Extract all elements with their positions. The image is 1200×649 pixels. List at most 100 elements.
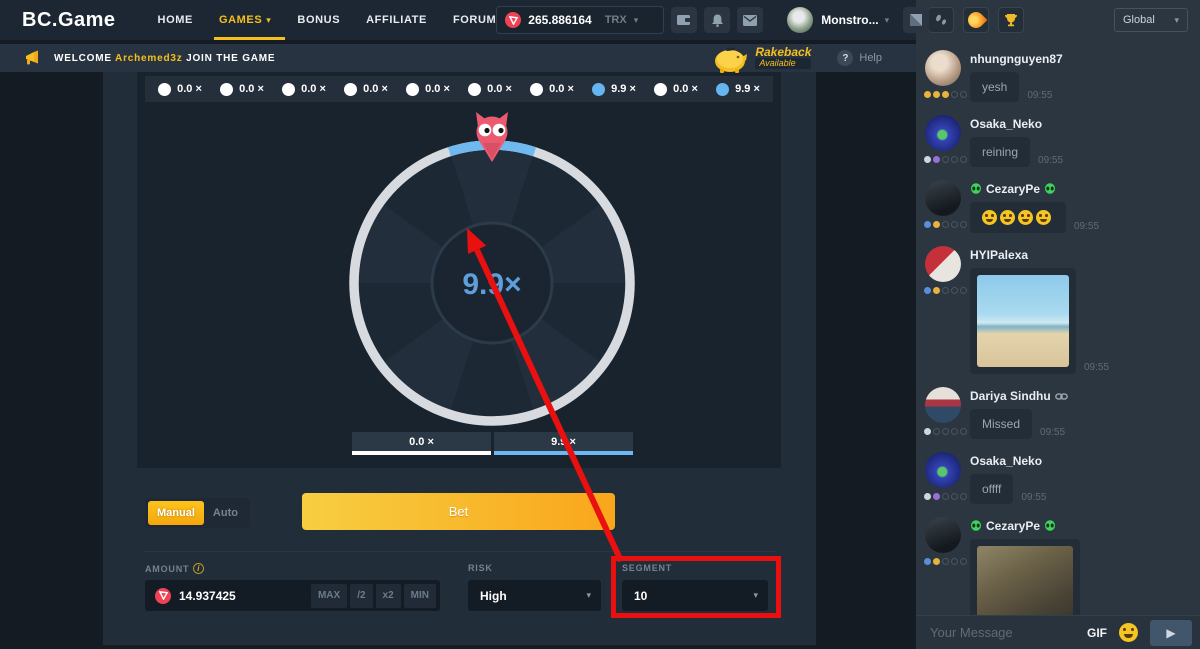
monocle-emoji-icon — [1018, 210, 1033, 225]
rain-button[interactable] — [928, 7, 954, 33]
history-item[interactable]: 0.0 × — [530, 83, 574, 96]
bet-mode-toggle: Manual Auto — [145, 498, 250, 528]
history-item[interactable]: 9.9 × — [592, 83, 636, 96]
medal-icon — [933, 221, 940, 228]
result-tab-win[interactable]: 9.9 × — [494, 432, 633, 455]
min-button[interactable]: MIN — [404, 584, 436, 608]
avatar[interactable] — [925, 246, 961, 282]
main-nav: HOME GAMES▾ BONUS AFFILIATE FORUM — [158, 0, 497, 40]
avatar[interactable] — [925, 115, 961, 151]
medal-icon — [951, 156, 958, 163]
welcome-player-name: Archemed3z — [115, 53, 182, 64]
nav-bonus[interactable]: BONUS — [297, 0, 340, 40]
wallet-button[interactable] — [671, 7, 697, 33]
fireball-button[interactable] — [963, 7, 989, 33]
multiplier-label: 9.9 × — [611, 83, 636, 95]
chat-bubble-image[interactable] — [970, 539, 1080, 615]
send-button[interactable]: ▶ — [1150, 620, 1192, 646]
bet-button[interactable]: Bet — [302, 493, 615, 530]
cat-gif-image[interactable] — [977, 546, 1073, 615]
user-avatar[interactable] — [787, 7, 813, 33]
amount-value[interactable]: 14.937425 — [179, 589, 308, 603]
segment-select[interactable]: 10 ▾ — [622, 580, 768, 611]
user-name[interactable]: Monstro... — [821, 13, 878, 27]
multiplier-dot-icon — [282, 83, 295, 96]
info-icon[interactable]: i — [193, 563, 204, 574]
chat-username[interactable]: Dariya Sindhu — [970, 389, 1190, 403]
history-item[interactable]: 0.0 × — [282, 83, 326, 96]
chat-username[interactable]: Osaka_Neko — [970, 454, 1190, 468]
history-item[interactable]: 0.0 × — [158, 83, 202, 96]
chat-bubble-image[interactable] — [970, 268, 1076, 374]
multiplier-history-bar: 0.0 × 0.0 × 0.0 × 0.0 × 0.0 × 0.0 × 0.0 … — [145, 76, 773, 102]
avatar[interactable] — [925, 387, 961, 423]
welcome-banner: WELCOME Archemed3z JOIN THE GAME Rakebac… — [0, 44, 916, 72]
chat-username[interactable]: Osaka_Neko — [970, 117, 1190, 131]
contest-button[interactable] — [998, 7, 1024, 33]
history-item[interactable]: 0.0 × — [406, 83, 450, 96]
chat-message: Osaka_Neko reining 09:55 — [925, 115, 1190, 167]
nav-affiliate[interactable]: AFFILIATE — [366, 0, 427, 40]
double-button[interactable]: x2 — [376, 584, 401, 608]
medal-icon — [942, 428, 949, 435]
chat-bubble: offff — [970, 474, 1013, 504]
monocle-emoji-icon — [1000, 210, 1015, 225]
history-item[interactable]: 0.0 × — [220, 83, 264, 96]
monocle-emoji-icon — [982, 210, 997, 225]
chat-channel-value: Global — [1123, 14, 1155, 26]
chat-username[interactable]: nhungnguyen87 — [970, 52, 1190, 66]
chat-username[interactable]: CezaryPe — [970, 182, 1190, 196]
question-icon: ? — [837, 50, 853, 66]
emoji-button[interactable] — [1119, 623, 1138, 642]
fullscreen-button[interactable] — [903, 7, 929, 33]
manual-mode-button[interactable]: Manual — [148, 501, 204, 525]
chat-message: nhungnguyen87 yesh 09:55 — [925, 50, 1190, 102]
chat-username[interactable]: CezaryPe — [970, 519, 1190, 533]
medal-icon — [924, 287, 931, 294]
avatar[interactable] — [925, 50, 961, 86]
chat-message: HYIPalexa 09:55 — [925, 246, 1190, 374]
avatar[interactable] — [925, 180, 961, 216]
balance-selector[interactable]: 265.886164 TRX ▾ — [496, 6, 664, 34]
avatar[interactable] — [925, 452, 961, 488]
medal-icon — [951, 221, 958, 228]
rakeback-widget[interactable]: Rakeback Available — [711, 43, 811, 73]
avatar[interactable] — [925, 517, 961, 553]
history-item[interactable]: 9.9 × — [716, 83, 760, 96]
chat-username[interactable]: HYIPalexa — [970, 248, 1190, 262]
game-container: 0.0 × 0.0 × 0.0 × 0.0 × 0.0 × 0.0 × 0.0 … — [103, 72, 816, 645]
history-item[interactable]: 0.0 × — [344, 83, 388, 96]
max-button[interactable]: MAX — [311, 584, 347, 608]
messages-button[interactable] — [737, 7, 763, 33]
wallet-icon — [677, 14, 691, 26]
notifications-button[interactable] — [704, 7, 730, 33]
history-item[interactable]: 0.0 × — [654, 83, 698, 96]
megaphone-icon — [24, 50, 42, 66]
chevron-down-icon: ▾ — [586, 590, 591, 601]
nav-home[interactable]: HOME — [158, 0, 193, 40]
multiplier-dot-icon — [158, 83, 171, 96]
gif-button[interactable]: GIF — [1087, 626, 1107, 640]
result-tab-lose[interactable]: 0.0 × — [352, 432, 491, 455]
nav-forum[interactable]: FORUM — [453, 0, 496, 40]
medal-icon — [960, 558, 967, 565]
multiplier-dot-icon — [716, 83, 729, 96]
message-input[interactable]: Your Message — [930, 625, 1087, 640]
nav-games[interactable]: GAMES▾ — [219, 0, 271, 40]
chat-timestamp: 09:55 — [1074, 221, 1099, 233]
history-item[interactable]: 0.0 × — [468, 83, 512, 96]
half-button[interactable]: /2 — [350, 584, 372, 608]
amount-input[interactable]: 14.937425 MAX /2 x2 MIN — [145, 580, 440, 611]
wheel: 9.9× — [332, 110, 652, 440]
auto-mode-button[interactable]: Auto — [204, 501, 247, 525]
brand-title[interactable]: BC.Game — [22, 9, 116, 32]
beach-photo-image[interactable] — [977, 275, 1069, 367]
chevron-down-icon[interactable]: ▾ — [885, 15, 890, 26]
chat-channel-select[interactable]: Global ▾ — [1114, 8, 1188, 32]
medal-icon — [924, 558, 931, 565]
risk-select[interactable]: High ▾ — [468, 580, 601, 611]
medal-icon — [933, 91, 940, 98]
medal-icon — [942, 221, 949, 228]
help-button[interactable]: ? Help — [837, 50, 882, 66]
chat-message-list[interactable]: nhungnguyen87 yesh 09:55 Osaka_Neko rein… — [916, 42, 1200, 615]
